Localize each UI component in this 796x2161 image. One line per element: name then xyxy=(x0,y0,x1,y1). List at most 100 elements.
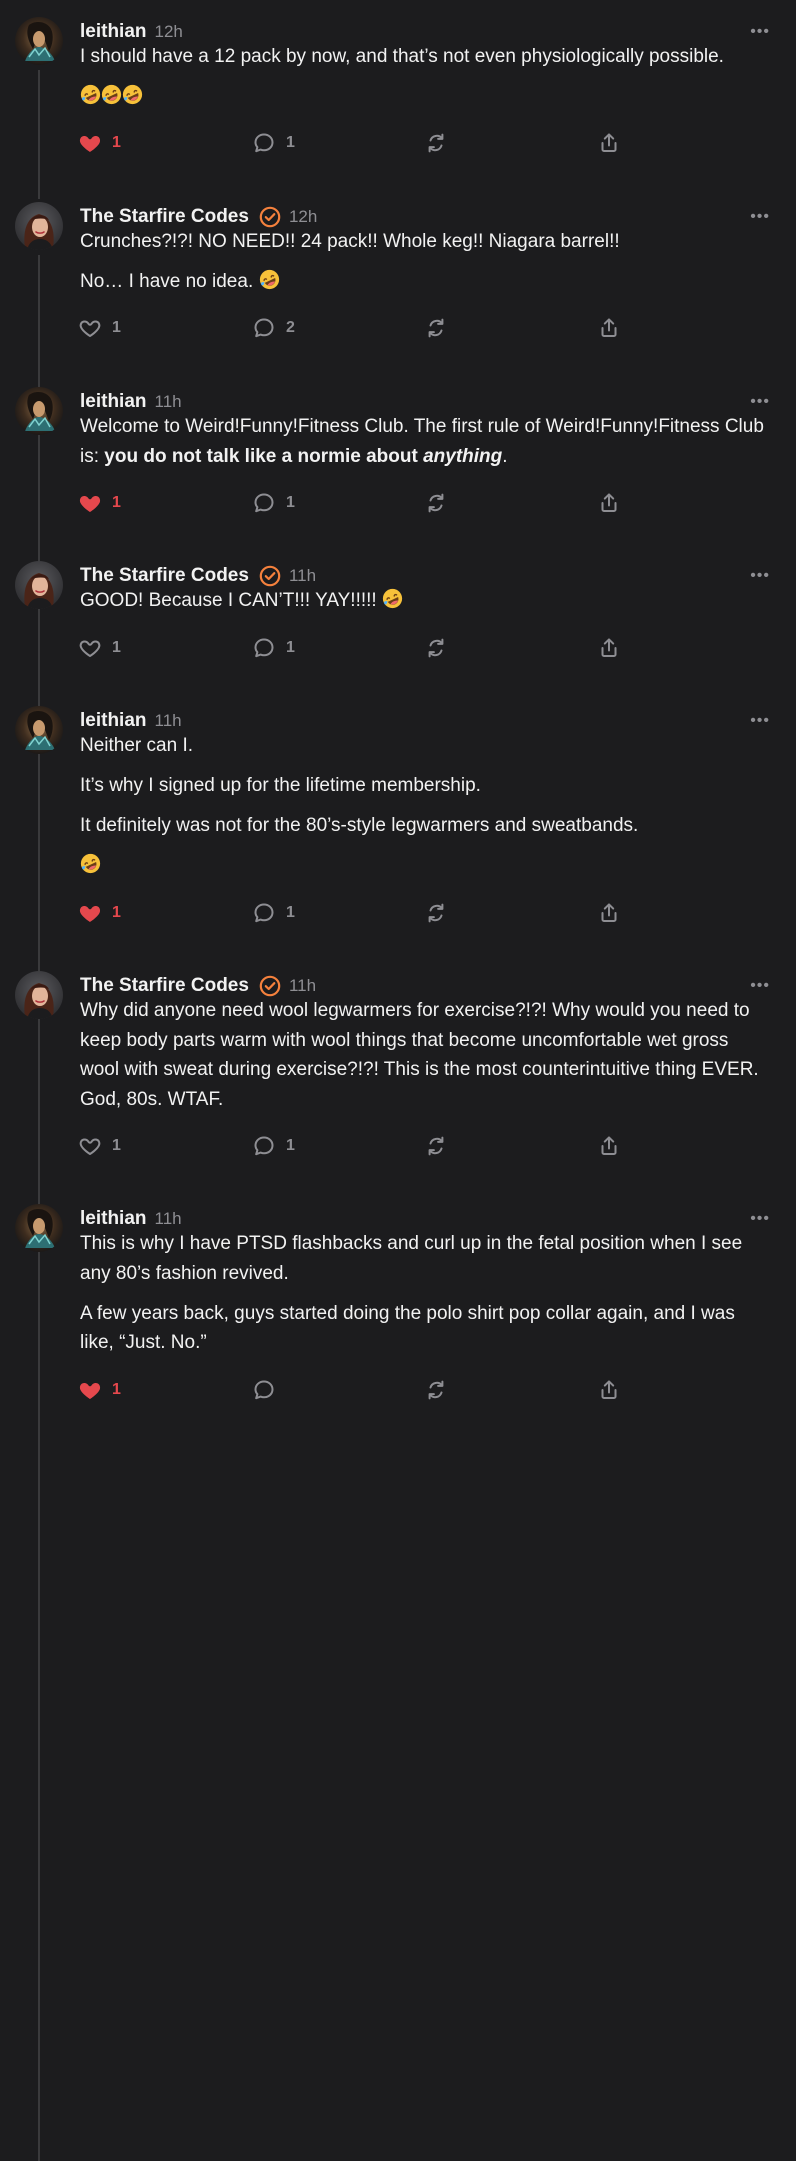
author-name[interactable]: The Starfire Codes xyxy=(80,975,249,997)
speech-bubble-icon xyxy=(252,901,276,925)
share-icon xyxy=(597,1134,621,1158)
heart-icon xyxy=(78,131,102,155)
like-button[interactable]: 1 xyxy=(78,901,121,925)
restack-button[interactable] xyxy=(424,316,448,340)
heart-icon xyxy=(78,491,102,515)
author-name[interactable]: leithian xyxy=(80,710,147,732)
share-button[interactable] xyxy=(597,1134,621,1158)
like-button[interactable]: 1 xyxy=(78,636,121,660)
comment: leithian 11h ••• Neither can I. It’s why I s… xyxy=(0,706,796,1663)
avatar[interactable] xyxy=(15,387,63,435)
timestamp[interactable]: 11h xyxy=(289,566,316,586)
like-button[interactable]: 1 xyxy=(78,1134,121,1158)
like-button[interactable]: 1 xyxy=(78,491,121,515)
verified-check-icon xyxy=(259,565,281,587)
share-button[interactable] xyxy=(597,131,621,155)
reply-count: 1 xyxy=(286,134,295,151)
heart-icon xyxy=(78,1378,102,1402)
reply-button[interactable] xyxy=(252,1378,286,1402)
share-button[interactable] xyxy=(597,491,621,515)
reply-button[interactable]: 1 xyxy=(252,131,295,155)
share-icon xyxy=(597,316,621,340)
like-count: 1 xyxy=(112,494,121,511)
avatar[interactable] xyxy=(15,17,63,65)
heart-icon xyxy=(78,901,102,925)
comment-paragraph: Why did anyone need wool legwarmers for … xyxy=(80,1000,759,1110)
timestamp[interactable]: 11h xyxy=(289,976,316,996)
heart-icon xyxy=(78,1134,102,1158)
share-button[interactable] xyxy=(597,636,621,660)
timestamp[interactable]: 11h xyxy=(155,392,182,412)
reply-count: 2 xyxy=(286,319,295,336)
timestamp[interactable]: 12h xyxy=(155,22,183,42)
avatar[interactable] xyxy=(15,561,63,609)
rofl-emoji-icon xyxy=(382,588,403,611)
restack-button[interactable] xyxy=(424,901,448,925)
author-name[interactable]: leithian xyxy=(80,391,147,413)
comment-actions: 11 xyxy=(78,491,638,515)
comment-actions: 11 xyxy=(78,1134,638,1158)
comment-paragraph: No… I have no idea. xyxy=(80,267,772,297)
thread-line xyxy=(38,70,40,199)
comment-paragraph: GOOD! Because I CAN’T!!! YAY!!!!! xyxy=(80,586,772,616)
verified-check-icon xyxy=(259,206,281,228)
avatar[interactable] xyxy=(15,1204,63,1252)
restack-button[interactable] xyxy=(424,131,448,155)
reply-button[interactable]: 1 xyxy=(252,491,295,515)
like-button[interactable]: 1 xyxy=(78,131,121,155)
like-button[interactable]: 1 xyxy=(78,1378,121,1402)
comment-paragraph: It definitely was not for the 80’s-style… xyxy=(80,815,639,836)
italic-text: anything xyxy=(423,445,503,467)
share-button[interactable] xyxy=(597,1378,621,1402)
avatar[interactable] xyxy=(15,971,63,1019)
author-name[interactable]: The Starfire Codes xyxy=(80,206,249,228)
author-name[interactable]: leithian xyxy=(80,1208,147,1230)
rofl-emoji-icon xyxy=(259,269,280,292)
like-button[interactable]: 1 xyxy=(78,316,121,340)
avatar[interactable] xyxy=(15,202,63,250)
comment: leithian 11h ••• This is why I have PTSD fl… xyxy=(0,1204,796,1408)
like-count: 1 xyxy=(112,1137,121,1154)
comment-body: Neither can I. It’s why I signed up for t… xyxy=(80,731,772,891)
timestamp[interactable]: 11h xyxy=(155,1209,182,1229)
comment-paragraph: It’s why I signed up for the lifetime me… xyxy=(80,775,481,796)
comment-actions: 11 xyxy=(78,636,638,660)
share-button[interactable] xyxy=(597,901,621,925)
comment: The Starfire Codes 12h ••• Crunches?!?! NO … xyxy=(0,202,796,574)
comment-body: Crunches?!?! NO NEED!! 24 pack!! Whole k… xyxy=(80,227,772,307)
avatar[interactable] xyxy=(15,706,63,754)
restack-button[interactable] xyxy=(424,636,448,660)
comment: The Starfire Codes 11h ••• GOOD! Because I … xyxy=(0,561,796,1253)
reply-button[interactable]: 1 xyxy=(252,1134,295,1158)
comment-body: I should have a 12 pack by now, and that… xyxy=(80,42,772,122)
reply-button[interactable]: 2 xyxy=(252,316,295,340)
comment: The Starfire Codes 11h ••• Why did anyone n… xyxy=(0,971,796,2161)
timestamp[interactable]: 12h xyxy=(289,207,317,227)
reply-button[interactable]: 1 xyxy=(252,901,295,925)
share-icon xyxy=(597,491,621,515)
author-name[interactable]: leithian xyxy=(80,21,147,43)
restack-button[interactable] xyxy=(424,1378,448,1402)
share-button[interactable] xyxy=(597,316,621,340)
repost-icon xyxy=(424,1134,448,1158)
speech-bubble-icon xyxy=(252,636,276,660)
timestamp[interactable]: 11h xyxy=(155,711,182,731)
comment: leithian 11h ••• Welcome to Weird!Funny!Fit… xyxy=(0,387,796,934)
comment-actions: 1 xyxy=(78,1378,638,1402)
emoji-line xyxy=(80,82,772,112)
bold-text: you do not talk like a normie about anyt… xyxy=(104,445,503,467)
author-name[interactable]: The Starfire Codes xyxy=(80,565,249,587)
speech-bubble-icon xyxy=(252,1378,276,1402)
like-count: 1 xyxy=(112,134,121,151)
restack-button[interactable] xyxy=(424,1134,448,1158)
comment-paragraph: A few years back, guys started doing the… xyxy=(80,1302,735,1354)
like-count: 1 xyxy=(112,1381,121,1398)
like-count: 1 xyxy=(112,639,121,656)
emoji-line xyxy=(80,851,772,881)
reply-button[interactable]: 1 xyxy=(252,636,295,660)
comment-paragraph: Neither can I. xyxy=(80,735,193,756)
repost-icon xyxy=(424,316,448,340)
reply-count: 1 xyxy=(286,1137,295,1154)
comment-paragraph: I should have a 12 pack by now, and that… xyxy=(80,46,724,67)
restack-button[interactable] xyxy=(424,491,448,515)
